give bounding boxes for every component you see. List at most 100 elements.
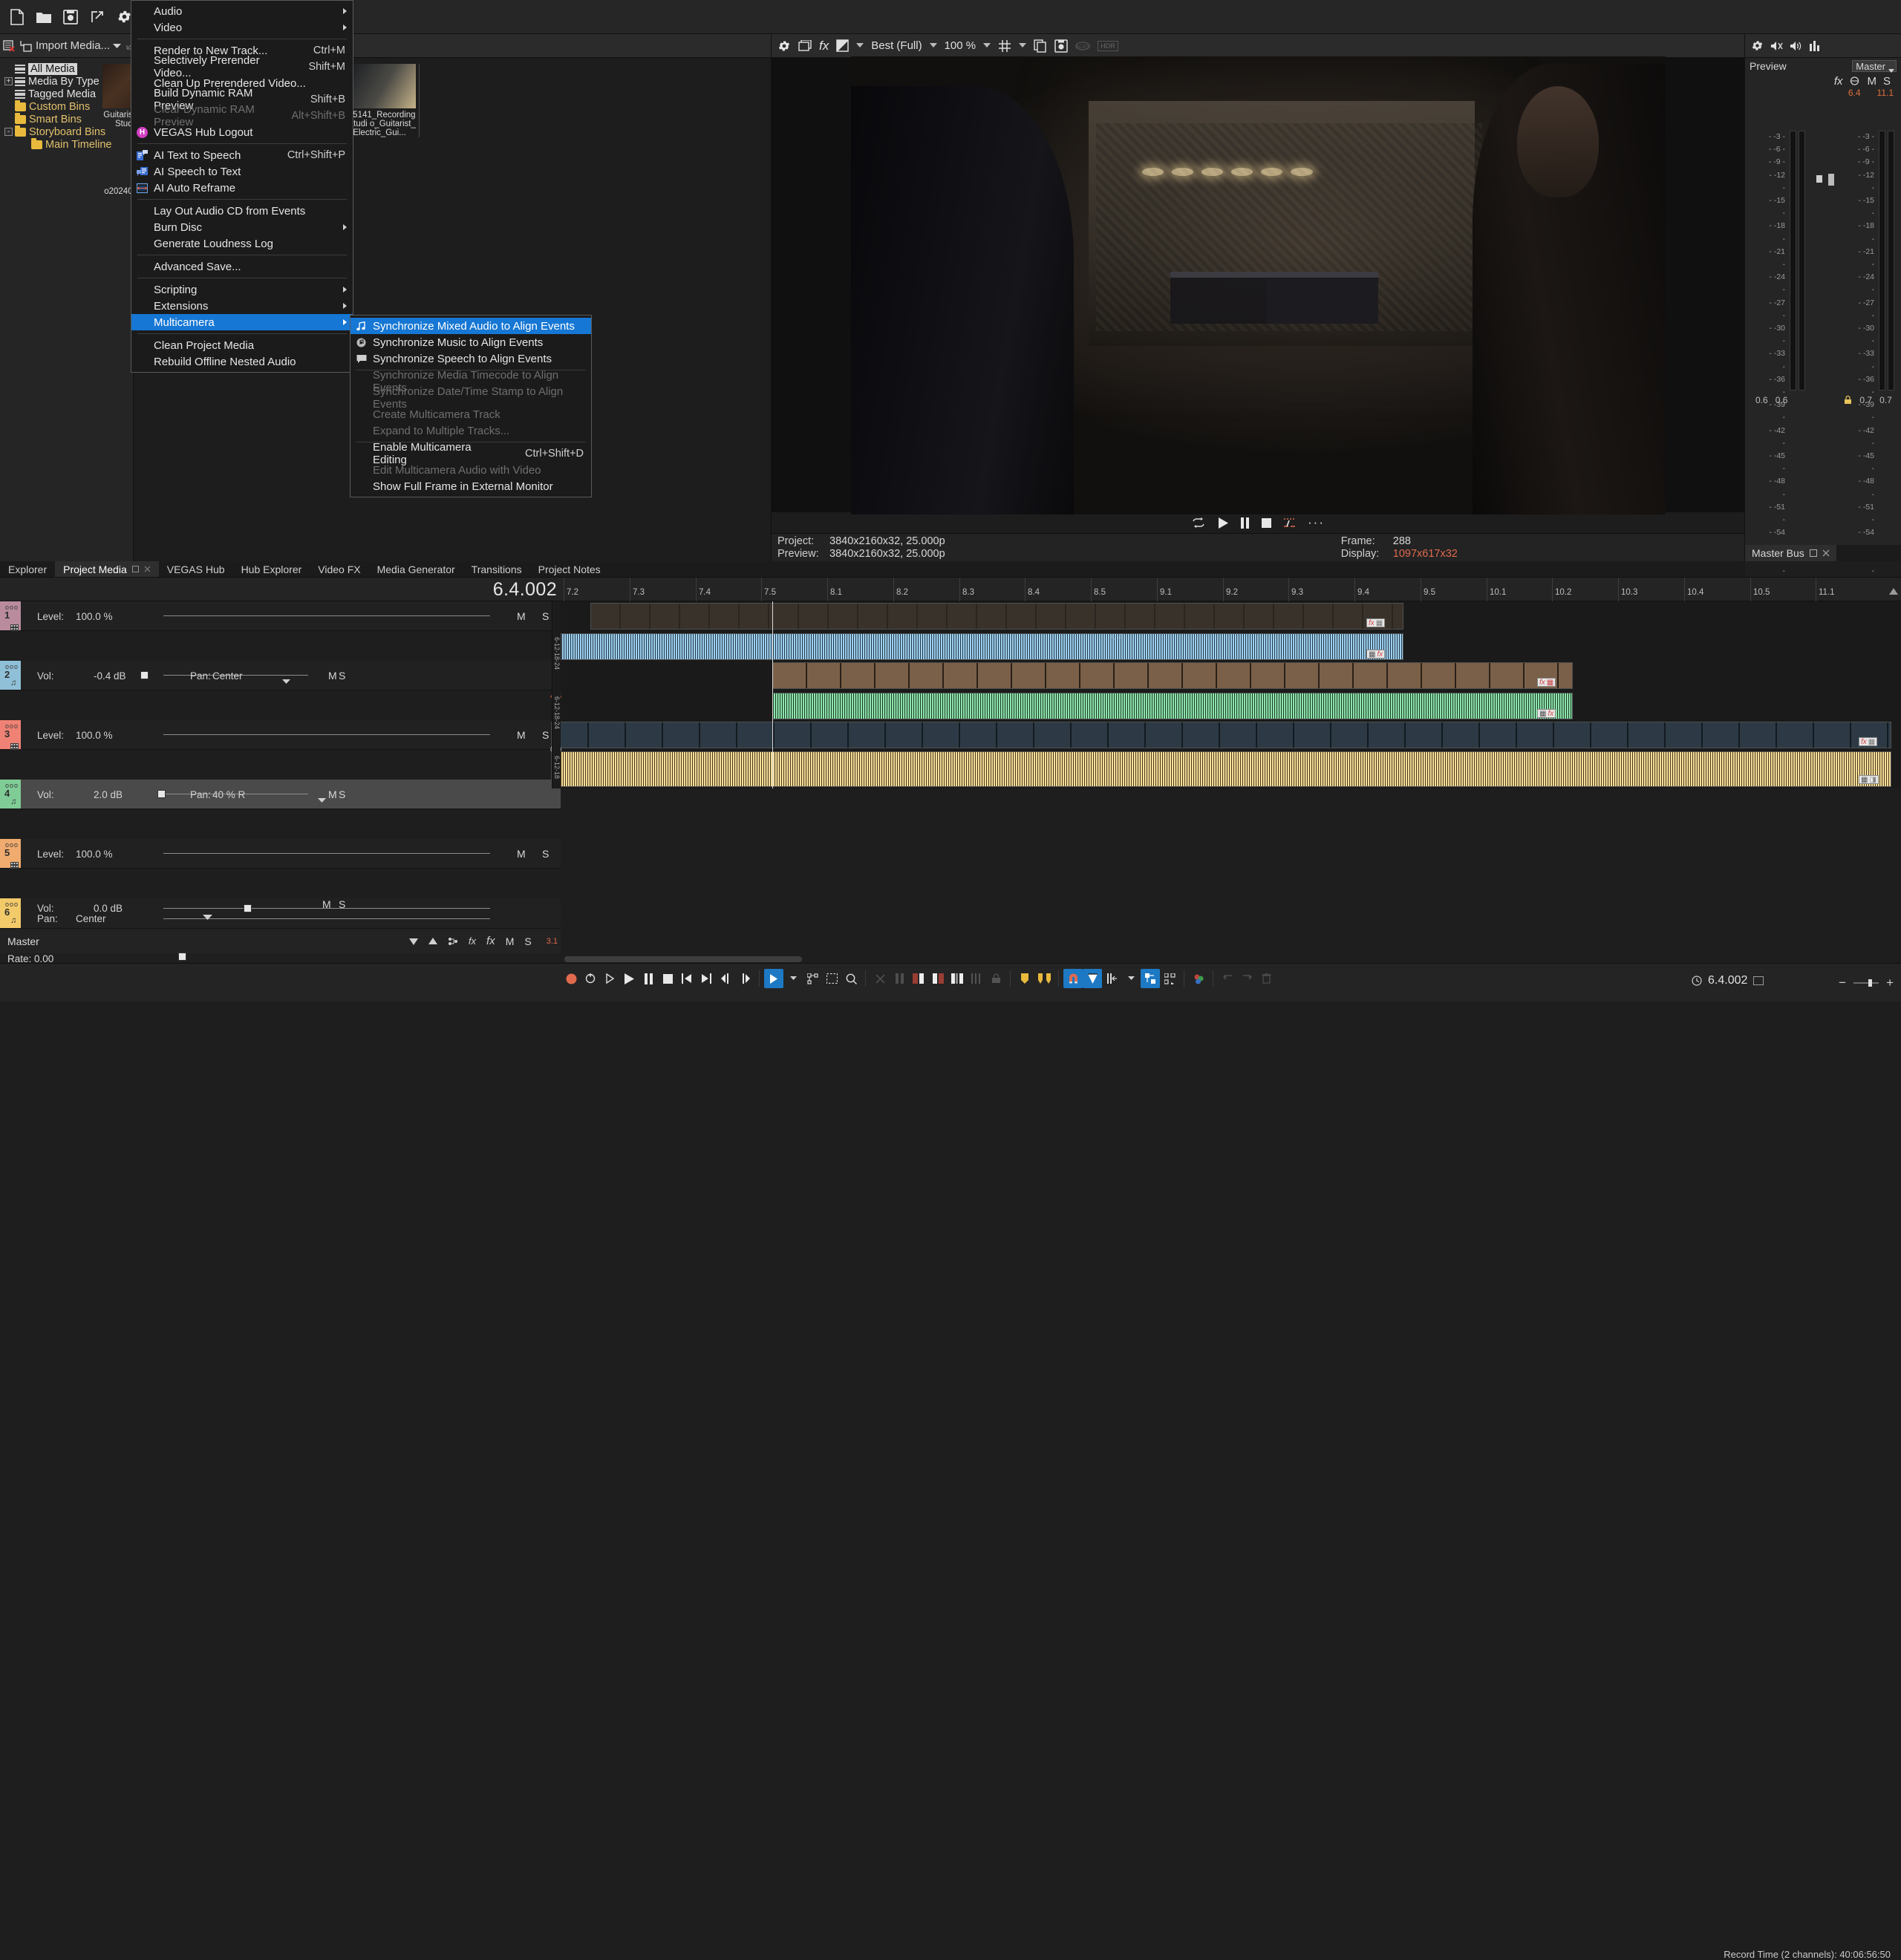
submenu-item-enable-multicamera-editing[interactable]: Enable Multicamera Editing Ctrl+Shift+D (350, 445, 591, 462)
stop-icon[interactable] (1262, 518, 1271, 528)
chevron-down-icon[interactable] (113, 43, 121, 49)
float-window-icon[interactable] (1810, 549, 1817, 557)
auto-ripple-icon[interactable] (1141, 969, 1160, 988)
track-mute-button[interactable]: M (328, 788, 337, 800)
menu-item-lay-out-audio-cd-from-events[interactable]: Lay Out Audio CD from Events (131, 203, 353, 219)
play-icon[interactable] (1218, 517, 1228, 529)
more-options-icon[interactable]: ··· (1308, 515, 1325, 530)
track-solo-button[interactable]: S (339, 788, 345, 800)
timecode-value[interactable]: 6.4.002 (1708, 974, 1747, 987)
selection-edit-tool-icon[interactable] (822, 969, 841, 988)
split-at-cursor-icon[interactable] (1283, 517, 1296, 529)
new-project-icon[interactable] (4, 4, 30, 30)
volume-slider-thumb[interactable] (157, 790, 166, 798)
insert-marker-icon[interactable] (1015, 969, 1034, 988)
timeline-scroll-up-icon[interactable] (1889, 584, 1898, 599)
timeline-horizontal-scrollbar[interactable] (564, 956, 802, 962)
delete-icon[interactable] (1256, 969, 1276, 988)
submenu-item-sync-speech[interactable]: Synchronize Speech to Align Events (350, 350, 591, 367)
event-fx-chip[interactable]: fx ▦ (1537, 678, 1556, 687)
fader-handle-left[interactable] (1816, 175, 1822, 183)
zoom-edit-tool-icon[interactable] (841, 969, 861, 988)
tab-media-generator[interactable]: Media Generator (369, 561, 463, 577)
rate-slider-thumb[interactable] (178, 953, 186, 961)
play-icon[interactable] (619, 969, 639, 988)
track-solo-button[interactable]: S (542, 729, 549, 741)
preview-settings-gear-icon[interactable] (777, 39, 791, 53)
menu-item-multicamera[interactable]: Multicamera (131, 314, 353, 330)
chevron-down-icon[interactable] (1888, 64, 1894, 75)
record-icon[interactable] (561, 969, 581, 988)
loop-icon[interactable] (581, 969, 600, 988)
track-mute-button[interactable]: M (322, 898, 331, 910)
menu-item-ai-speech-to-text[interactable]: AI Speech to Text (131, 163, 353, 180)
track-header-5[interactable]: ooo 5 Level: 100.0 % M S (0, 839, 561, 869)
track-mute-button[interactable]: M (517, 610, 526, 622)
menu-item-rebuild-offline-nested-audio[interactable]: Rebuild Offline Nested Audio (131, 353, 353, 370)
track-color-swatch-1[interactable]: ooo 1 (0, 601, 21, 630)
bus-mute-button[interactable]: M (1867, 75, 1876, 88)
tab-explorer[interactable]: Explorer (0, 561, 55, 577)
track-header-1[interactable]: ooo 1 Level: 100.0 % M S (0, 601, 561, 631)
menu-item-ai-text-to-speech[interactable]: AI Text to Speech Ctrl+Shift+P (131, 147, 353, 163)
timecode-window-icon[interactable] (1753, 976, 1764, 985)
lock-icon[interactable] (986, 969, 1005, 988)
pause-icon[interactable] (1240, 517, 1250, 529)
tab-vegas-hub[interactable]: VEGAS Hub (159, 561, 233, 577)
master-routing-icon[interactable] (448, 937, 458, 946)
float-window-icon[interactable] (132, 566, 139, 572)
close-icon[interactable] (1822, 549, 1830, 557)
zoom-slider-icon[interactable] (1853, 979, 1879, 987)
menu-item-generate-loudness-log[interactable]: Generate Loudness Log (131, 235, 353, 252)
chevron-down-icon[interactable] (783, 969, 803, 988)
next-frame-icon[interactable] (735, 969, 754, 988)
tab-project-notes[interactable]: Project Notes (530, 561, 609, 577)
timeline-event-audio[interactable] (561, 633, 1403, 660)
video-fx-icon[interactable]: fx (819, 39, 829, 53)
previous-frame-icon[interactable] (716, 969, 735, 988)
split-event-icon[interactable] (890, 969, 909, 988)
bus-fx-icon[interactable]: fx (1834, 75, 1843, 88)
master-track-row[interactable]: Master fx fx M S 3.1 (0, 928, 561, 953)
event-fx-chip[interactable]: ▦ fx (1366, 650, 1385, 659)
chevron-down-icon[interactable] (930, 43, 937, 48)
zoom-out-icon[interactable]: − (1839, 976, 1846, 990)
level-slider[interactable] (163, 734, 490, 735)
event-fx-chip[interactable]: fx ▦ (1859, 737, 1877, 746)
tab-video-fx[interactable]: Video FX (310, 561, 368, 577)
stop-icon[interactable] (658, 969, 677, 988)
color-match-icon[interactable] (1189, 969, 1208, 988)
track-solo-button[interactable]: S (339, 670, 345, 682)
preview-zoom-label[interactable]: 100 % (945, 39, 976, 52)
chevron-down-icon[interactable] (1121, 969, 1141, 988)
pan-slider[interactable] (163, 918, 490, 919)
play-from-start-icon[interactable] (600, 969, 619, 988)
menu-item-ai-auto-reframe[interactable]: AI Auto Reframe (131, 180, 353, 196)
expander-plus-icon[interactable]: + (4, 77, 13, 85)
fader-handle-right-2[interactable] (1828, 180, 1834, 186)
track-header-3[interactable]: ooo 3 Level: 100.0 % M S (0, 720, 561, 750)
fader-handle-right[interactable] (1828, 174, 1834, 180)
remove-media-icon[interactable] (3, 39, 16, 53)
track-events-3[interactable]: fx ▦ (561, 661, 1901, 690)
track-solo-button[interactable]: S (339, 898, 345, 910)
submenu-item-sync-mixed-audio[interactable]: Synchronize Mixed Audio to Align Events (350, 318, 591, 334)
tab-master-bus[interactable]: Master Bus (1745, 545, 1836, 561)
tab-hub-explorer[interactable]: Hub Explorer (233, 561, 310, 577)
loop-playback-icon[interactable] (1191, 517, 1206, 528)
save-project-icon[interactable] (58, 4, 83, 30)
track-mute-button[interactable]: M (517, 729, 526, 741)
timeline-event-video[interactable] (551, 722, 1891, 748)
track-events-1[interactable]: fx ▦ (561, 601, 1901, 631)
crossfade-icon[interactable] (948, 969, 967, 988)
track-events-5[interactable]: fx ▦ (561, 720, 1901, 750)
undo-icon[interactable] (1218, 969, 1237, 988)
import-media-label[interactable]: Import Media... (36, 39, 110, 52)
track-events-6[interactable]: 0.0 ▦ ◨ (561, 750, 1901, 788)
chevron-down-icon[interactable] (1019, 43, 1026, 48)
trim-left-icon[interactable] (909, 969, 928, 988)
master-solo-button[interactable]: S (524, 935, 535, 947)
snap-to-grid-icon[interactable] (1083, 969, 1102, 988)
master-rate-row[interactable]: Rate: 0.00 (0, 953, 561, 964)
tab-transitions[interactable]: Transitions (463, 561, 530, 577)
